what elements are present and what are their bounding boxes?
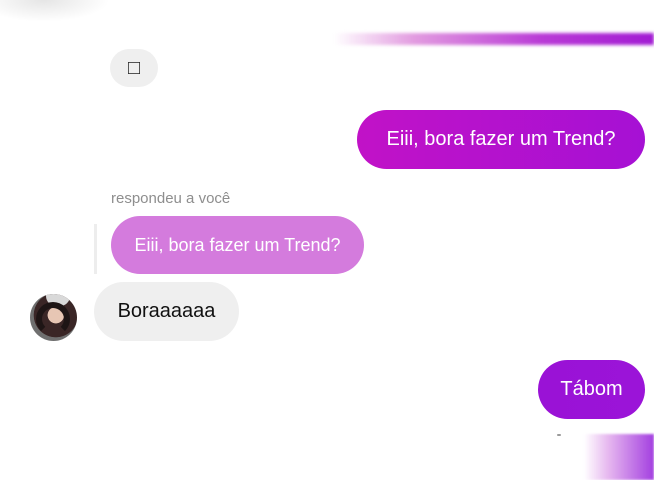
quoted-message-text: Eiii, bora fazer um Trend? bbox=[134, 234, 341, 255]
sticker-glyph: □ bbox=[127, 56, 141, 79]
seen-indicator-dot bbox=[557, 434, 561, 436]
reply-indicator-bar bbox=[94, 224, 97, 274]
contact-avatar[interactable] bbox=[30, 294, 77, 341]
top-shadow bbox=[0, 0, 110, 22]
sticker-message-bubble[interactable]: □ bbox=[110, 49, 158, 87]
sent-message-bubble-2[interactable]: Tábom bbox=[538, 360, 645, 419]
top-gradient-accent bbox=[334, 33, 654, 45]
bottom-gradient-accent bbox=[584, 434, 654, 480]
sent-message-text: Eiii, bora fazer um Trend? bbox=[386, 128, 616, 150]
quoted-message-bubble[interactable]: Eiii, bora fazer um Trend? bbox=[111, 216, 364, 274]
avatar-hair-shape bbox=[36, 302, 70, 336]
received-message-bubble[interactable]: Boraaaaaa bbox=[94, 282, 239, 341]
sent-message-text-2: Tábom bbox=[560, 378, 623, 400]
received-message-text: Boraaaaaa bbox=[117, 300, 216, 322]
sent-message-bubble[interactable]: Eiii, bora fazer um Trend? bbox=[357, 110, 645, 169]
reply-label: respondeu a você bbox=[111, 190, 231, 207]
